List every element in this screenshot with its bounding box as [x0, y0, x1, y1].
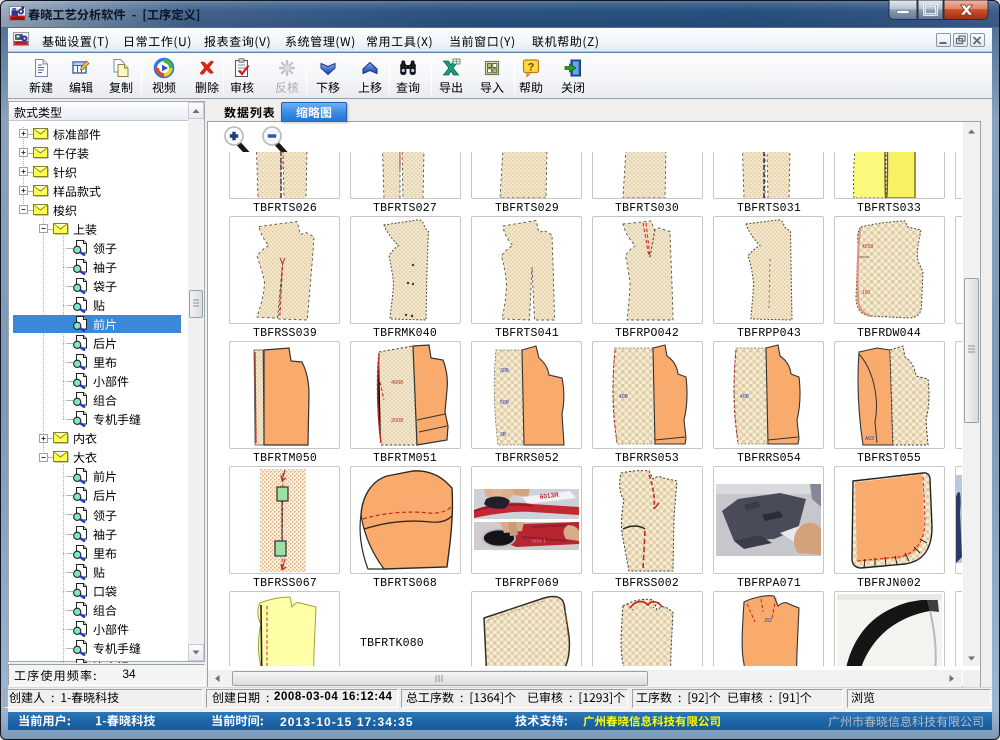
svg-text:50B: 50B	[500, 400, 510, 406]
svg-text:3B: 3B	[500, 432, 507, 438]
svg-text:?: ?	[528, 62, 535, 74]
svg-text:J02: J02	[764, 618, 772, 624]
svg-text:4258: 4258	[862, 244, 873, 250]
svg-text:2008: 2008	[391, 418, 403, 424]
svg-text:30B: 30B	[500, 368, 510, 374]
svg-text:4008: 4008	[391, 380, 403, 386]
svg-text:MM-1: MM-1	[532, 539, 546, 545]
svg-text:190: 190	[862, 290, 871, 296]
svg-text:40B: 40B	[740, 394, 750, 400]
svg-text:A03: A03	[865, 436, 874, 442]
svg-text:40B: 40B	[619, 394, 629, 400]
